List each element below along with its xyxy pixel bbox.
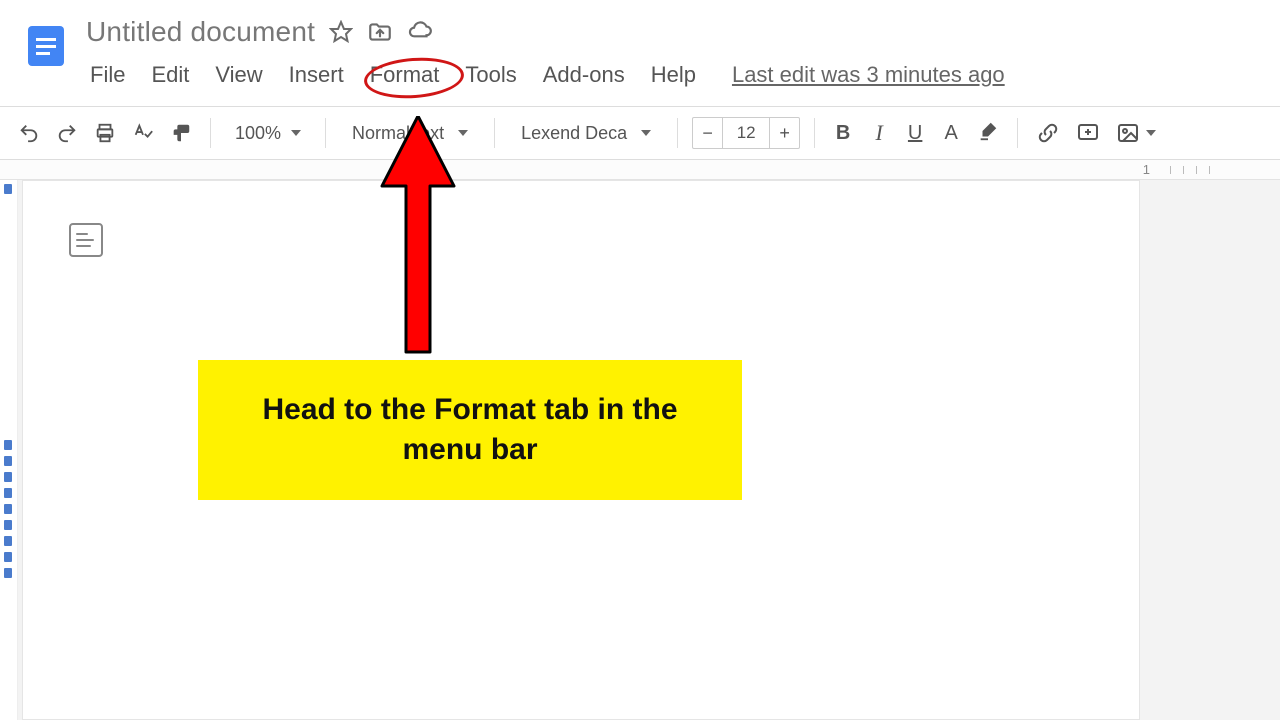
last-edit-link[interactable]: Last edit was 3 minutes ago — [728, 60, 1009, 90]
font-family-select[interactable]: Lexend Deca — [509, 123, 663, 144]
paragraph-style-select[interactable]: Normal text — [340, 123, 480, 144]
menu-help[interactable]: Help — [647, 60, 700, 90]
zoom-value: 100% — [235, 123, 281, 144]
highlight-color-button[interactable] — [973, 116, 1003, 150]
font-size-value[interactable]: 12 — [723, 123, 769, 143]
font-size-decrease-button[interactable]: − — [693, 118, 723, 148]
ruler-ticks — [1170, 166, 1210, 174]
insert-image-button[interactable] — [1112, 116, 1160, 150]
outline-toggle-icon[interactable] — [69, 223, 103, 257]
paragraph-style-value: Normal text — [352, 123, 444, 144]
docs-logo-icon[interactable] — [20, 20, 72, 72]
menu-format[interactable]: Format — [366, 60, 444, 90]
chevron-down-icon — [458, 130, 468, 136]
toolbar-separator — [494, 118, 495, 148]
move-folder-icon[interactable] — [367, 19, 393, 45]
star-icon[interactable] — [329, 20, 353, 44]
print-button[interactable] — [90, 116, 120, 150]
text-color-button[interactable]: A — [937, 116, 965, 150]
toolbar-separator — [1017, 118, 1018, 148]
menu-bar: File Edit View Insert Format Tools Add-o… — [86, 60, 1009, 90]
toolbar-separator — [210, 118, 211, 148]
toolbar-separator — [677, 118, 678, 148]
insert-link-button[interactable] — [1032, 116, 1064, 150]
redo-button[interactable] — [52, 116, 82, 150]
document-title[interactable]: Untitled document — [86, 16, 315, 48]
cloud-status-icon[interactable] — [407, 19, 433, 45]
chevron-down-icon — [291, 130, 301, 136]
bold-button[interactable]: B — [829, 116, 857, 150]
font-family-value: Lexend Deca — [521, 123, 627, 144]
chevron-down-icon — [641, 130, 651, 136]
title-row: Untitled document — [86, 16, 1009, 48]
vertical-ruler[interactable] — [0, 180, 18, 720]
zoom-select[interactable]: 100% — [225, 123, 311, 144]
add-comment-button[interactable] — [1072, 116, 1104, 150]
font-size-increase-button[interactable]: + — [769, 118, 799, 148]
undo-button[interactable] — [14, 116, 44, 150]
menu-tools[interactable]: Tools — [461, 60, 520, 90]
ruler-mark: 1 — [1143, 162, 1150, 177]
toolbar-separator — [814, 118, 815, 148]
toolbar: 100% Normal text Lexend Deca − 12 + B I … — [0, 106, 1280, 160]
font-size-stepper: − 12 + — [692, 117, 800, 149]
chevron-down-icon — [1146, 130, 1156, 136]
menu-insert[interactable]: Insert — [285, 60, 348, 90]
horizontal-ruler[interactable]: 1 — [0, 160, 1280, 180]
toolbar-separator — [325, 118, 326, 148]
spellcheck-button[interactable] — [128, 116, 158, 150]
instruction-text: Head to the Format tab in the menu bar — [234, 390, 706, 471]
menu-addons[interactable]: Add-ons — [539, 60, 629, 90]
menu-edit[interactable]: Edit — [147, 60, 193, 90]
header: Untitled document File Edit View Insert … — [0, 0, 1280, 90]
menu-file[interactable]: File — [86, 60, 129, 90]
underline-button[interactable]: U — [901, 116, 929, 150]
menu-view[interactable]: View — [211, 60, 266, 90]
instruction-callout: Head to the Format tab in the menu bar — [198, 360, 742, 500]
italic-button[interactable]: I — [865, 116, 893, 150]
paint-format-button[interactable] — [166, 116, 196, 150]
